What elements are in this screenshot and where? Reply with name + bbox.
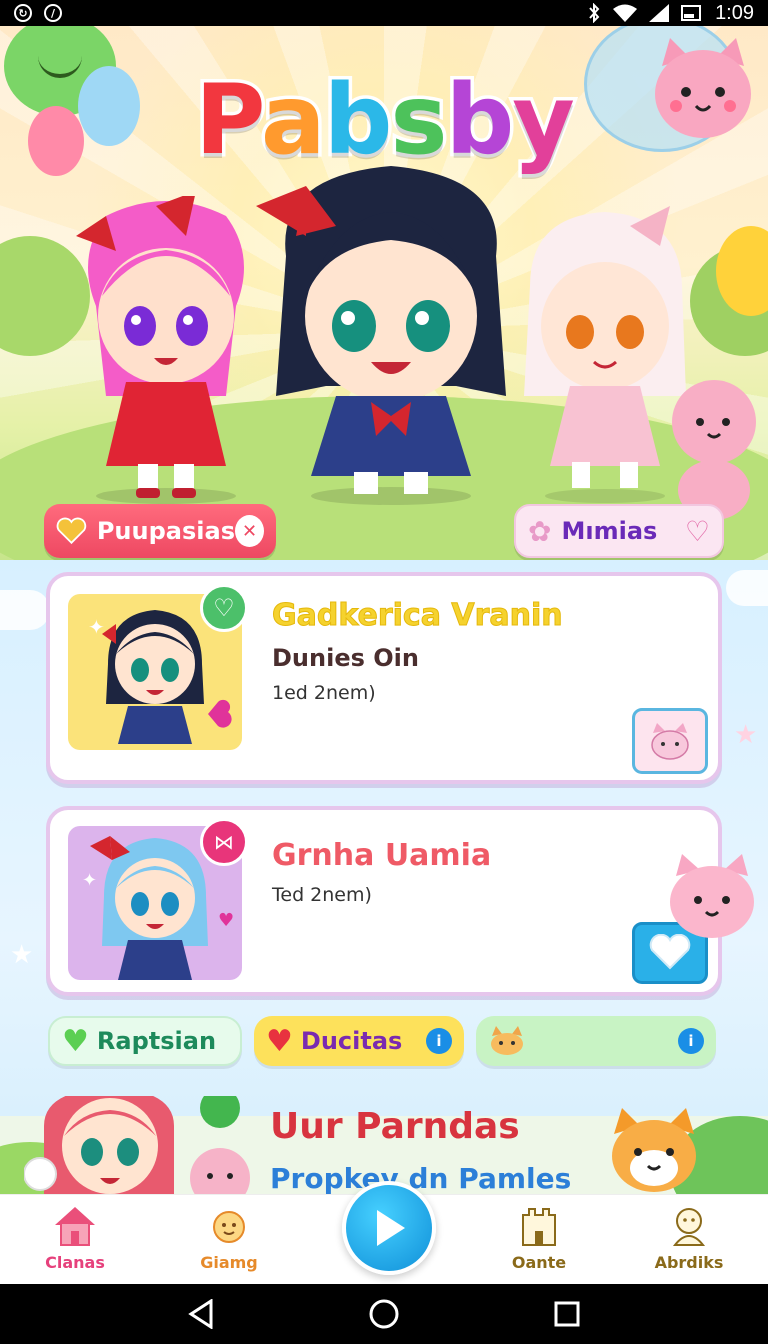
story-card-title: Gadkerica Vranin [272,598,564,634]
chip-cat[interactable]: i [476,1016,716,1066]
sun-icon [213,1211,245,1243]
nav-item-giamg[interactable]: Giamg [174,1205,284,1275]
info-icon[interactable]: i [678,1028,704,1054]
balloon-blue [78,66,140,146]
bottom-navigation: Clanas Giamg Oante Abrdiks [0,1181,768,1285]
hero-banner: Pabsby Puupasias ✕ ✿ Mımias ♡ [0,26,768,560]
heart-icon: ♥ [62,1023,89,1059]
castle-icon [522,1208,556,1246]
close-icon[interactable]: ✕ [234,515,264,547]
info-icon[interactable]: i [426,1028,452,1054]
character-icon [672,1208,706,1246]
battery-icon [681,5,702,21]
heart-icon: ♥ [266,1023,293,1059]
status-bar: ↻ / 1:09 [0,0,768,26]
do-not-disturb-icon: / [44,4,62,22]
home-button-icon[interactable] [368,1298,400,1330]
story-card-meta: 1ed 2nem) [272,682,376,704]
chip-ducitas[interactable]: ♥ Ducitas i [254,1016,464,1066]
app-logo-text: Pabsby [192,61,579,180]
chip-ducitas-label: Ducitas [300,1027,403,1055]
story-card-title: Grnha Uamia [272,838,492,873]
svg-text:✦: ✦ [88,615,105,639]
favorite-badge[interactable]: ♡ [200,584,248,632]
tag-mimias-label: Mımias [561,517,658,545]
recents-icon[interactable] [553,1300,581,1328]
orange-cat-character [612,1108,696,1192]
content-list: ★ ★ ✦ ✦ ♡ Gadkerica Vranin Dunies Oin 1e… [0,560,768,1194]
clock: 1:09 [715,1,754,24]
pink-poodle-character [672,380,756,520]
cat-icon [491,1026,523,1055]
balloon-pink [28,106,84,176]
system-navigation-bar [0,1284,768,1344]
story-card[interactable]: ✦ ✦ ♡ Gadkerica Vranin Dunies Oin 1ed 2n… [46,572,722,784]
svg-text:♥: ♥ [218,910,234,931]
back-icon[interactable] [187,1299,215,1329]
red-hair-girl-character [24,1096,250,1194]
nav-item-abrdiks[interactable]: Abrdiks [634,1205,744,1275]
story-card[interactable]: ✦ ♥ ⋈ Grnha Uamia Ted 2nem) [46,806,722,996]
nav-item-clanas[interactable]: Clanas [20,1205,130,1275]
promo-title: Uur Parndas [270,1106,520,1147]
play-button[interactable] [342,1181,436,1275]
logo-letter: s [387,61,451,180]
story-card-subtitle: Dunies Oin [272,644,419,672]
nav-label: Clanas [45,1253,105,1272]
nav-label: Abrdiks [654,1253,724,1272]
heart-icon [56,517,87,545]
story-card-meta: Ted 2nem) [272,884,372,906]
heart-icon[interactable]: ♡ [685,515,710,548]
cat-balloon-icon [655,38,751,138]
pink-hair-girl-character [76,196,244,504]
nav-label: Oante [511,1253,567,1272]
cloud-decoration [726,570,768,606]
dark-hair-girl-character [256,166,506,505]
promo-subtitle: Propkey dn Pamles [270,1162,572,1194]
promo-banner[interactable]: Uur Parndas Propkey dn Pamles [0,1076,768,1194]
bow-badge[interactable]: ⋈ [200,818,248,866]
pink-cat-character [670,854,754,938]
app-logo: Pabsby [192,60,579,180]
bow-icon: ⋈ [214,830,234,854]
bluetooth-icon [589,3,600,23]
tag-favorites-label: Puupasias [96,517,235,545]
cloud-decoration [0,590,50,630]
story-card-action[interactable] [632,708,708,774]
tag-mimias[interactable]: ✿ Mımias ♡ [514,504,724,558]
logo-letter: P [192,61,267,180]
play-icon [377,1210,405,1246]
flower-icon: ✿ [528,514,552,548]
logo-letter: b [442,61,518,180]
nav-item-oante[interactable]: Oante [484,1205,594,1275]
logo-letter: a [257,61,329,180]
logo-letter: b [320,61,396,180]
cat-icon [651,723,689,760]
heart-icon: ♡ [213,594,235,622]
svg-text:✦: ✦ [82,870,97,891]
chip-raptsian[interactable]: ♥ Raptsian [48,1016,242,1066]
logo-letter: y [509,61,579,180]
star-decoration: ★ [10,940,34,970]
star-decoration: ★ [734,720,758,750]
nav-label: Giamg [200,1253,258,1272]
home-icon [55,1207,95,1246]
signal-icon [649,4,670,22]
sync-icon: ↻ [14,4,32,22]
wifi-icon [613,4,638,22]
chip-raptsian-label: Raptsian [96,1027,217,1055]
tag-favorites[interactable]: Puupasias ✕ [44,504,276,558]
